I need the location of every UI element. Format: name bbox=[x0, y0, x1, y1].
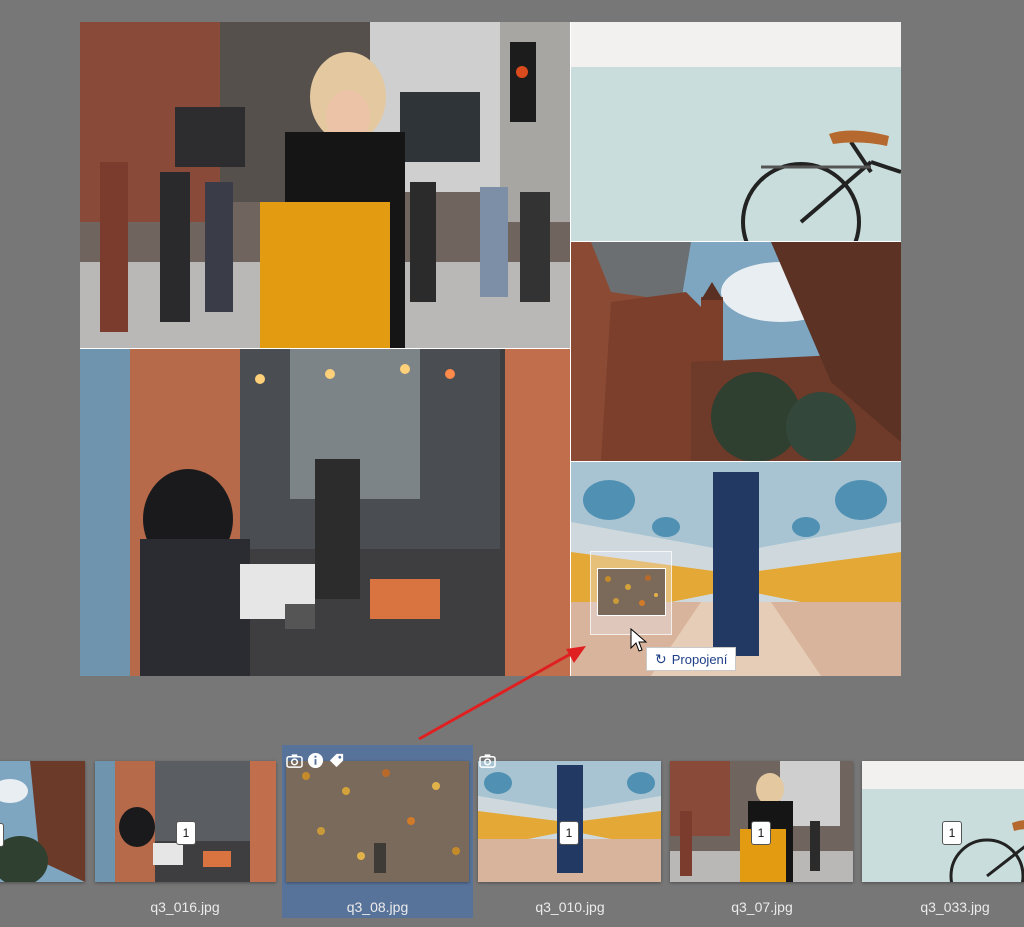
photo-cafe-window[interactable] bbox=[80, 349, 570, 676]
tooltip-label: Propojení bbox=[671, 651, 728, 667]
usage-count-badge: 1 bbox=[942, 821, 962, 845]
filename-label: q3_033.jpg bbox=[920, 899, 990, 915]
thumbnail-icons bbox=[285, 751, 346, 770]
filename-label: q3_07.jpg bbox=[731, 899, 793, 915]
usage-count-badge: 1 bbox=[559, 821, 579, 845]
usage-count-badge: 1 bbox=[0, 823, 4, 847]
link-tooltip: ↻ Propojení bbox=[646, 647, 737, 671]
filmstrip-item-selected[interactable]: q3_08.jpg bbox=[282, 745, 473, 918]
filename-label: q3_016.jpg bbox=[150, 899, 220, 915]
filmstrip-item[interactable]: 1 q3_016.jpg bbox=[90, 745, 280, 923]
photo-building[interactable] bbox=[571, 242, 901, 461]
photo-street-woman[interactable] bbox=[80, 22, 570, 348]
thumbnail-building[interactable] bbox=[0, 761, 85, 882]
filmstrip[interactable]: 1 7.jpg 1 q3_016.jpg bbox=[0, 745, 1024, 927]
filename-label: q3_08.jpg bbox=[346, 899, 409, 915]
thumbnail-leaves[interactable] bbox=[286, 761, 469, 882]
camera-icon bbox=[285, 751, 304, 770]
thumbnail-icons bbox=[478, 751, 497, 770]
info-icon[interactable] bbox=[306, 751, 325, 770]
filmstrip-item[interactable]: 1 7.jpg bbox=[0, 745, 86, 923]
filmstrip-item[interactable]: 1 q3_010.jpg bbox=[475, 745, 665, 923]
drag-preview-thumbnail bbox=[597, 568, 666, 616]
usage-count-badge: 1 bbox=[751, 821, 771, 845]
filename-label: 7.jpg bbox=[0, 899, 10, 915]
link-icon: ↻ bbox=[655, 650, 667, 667]
photo-bicycle[interactable] bbox=[571, 22, 901, 241]
filmstrip-item[interactable]: 1 q3_033.jpg bbox=[860, 745, 1024, 923]
filename-label: q3_010.jpg bbox=[535, 899, 605, 915]
filmstrip-item[interactable]: 1 q3_07.jpg bbox=[667, 745, 857, 923]
tag-icon[interactable] bbox=[327, 751, 346, 770]
usage-count-badge: 1 bbox=[176, 821, 196, 845]
collage-page[interactable] bbox=[80, 22, 901, 676]
camera-icon bbox=[478, 751, 497, 770]
